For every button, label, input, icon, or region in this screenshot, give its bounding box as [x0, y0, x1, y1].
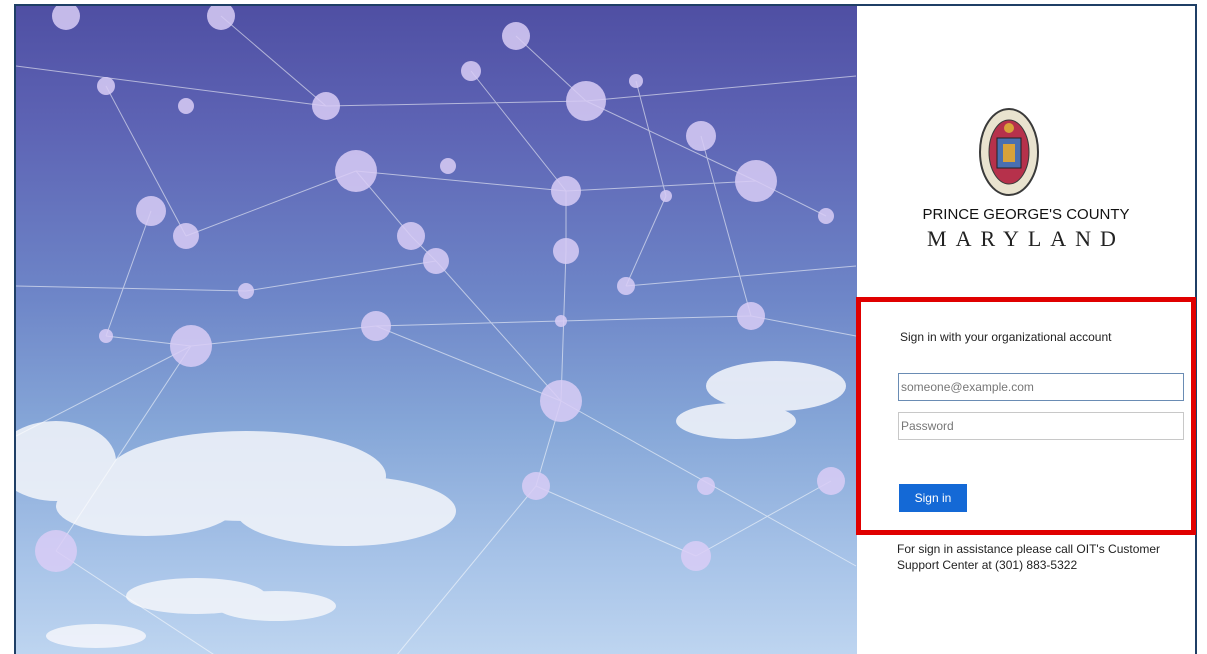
network-graph-art — [16, 6, 857, 654]
network-background-image — [16, 6, 857, 654]
sign-in-help-text: For sign in assistance please call OIT's… — [897, 542, 1161, 572]
sign-in-button[interactable]: Sign in — [899, 484, 967, 512]
county-seal-icon — [977, 106, 1041, 198]
state-name: MARYLAND — [927, 226, 1125, 251]
county-name: PRINCE GEORGE'S COUNTY — [922, 206, 1130, 223]
signin-heading: Sign in with your organizational account — [900, 330, 1112, 344]
username-input[interactable] — [898, 373, 1184, 401]
password-input[interactable] — [898, 412, 1184, 440]
